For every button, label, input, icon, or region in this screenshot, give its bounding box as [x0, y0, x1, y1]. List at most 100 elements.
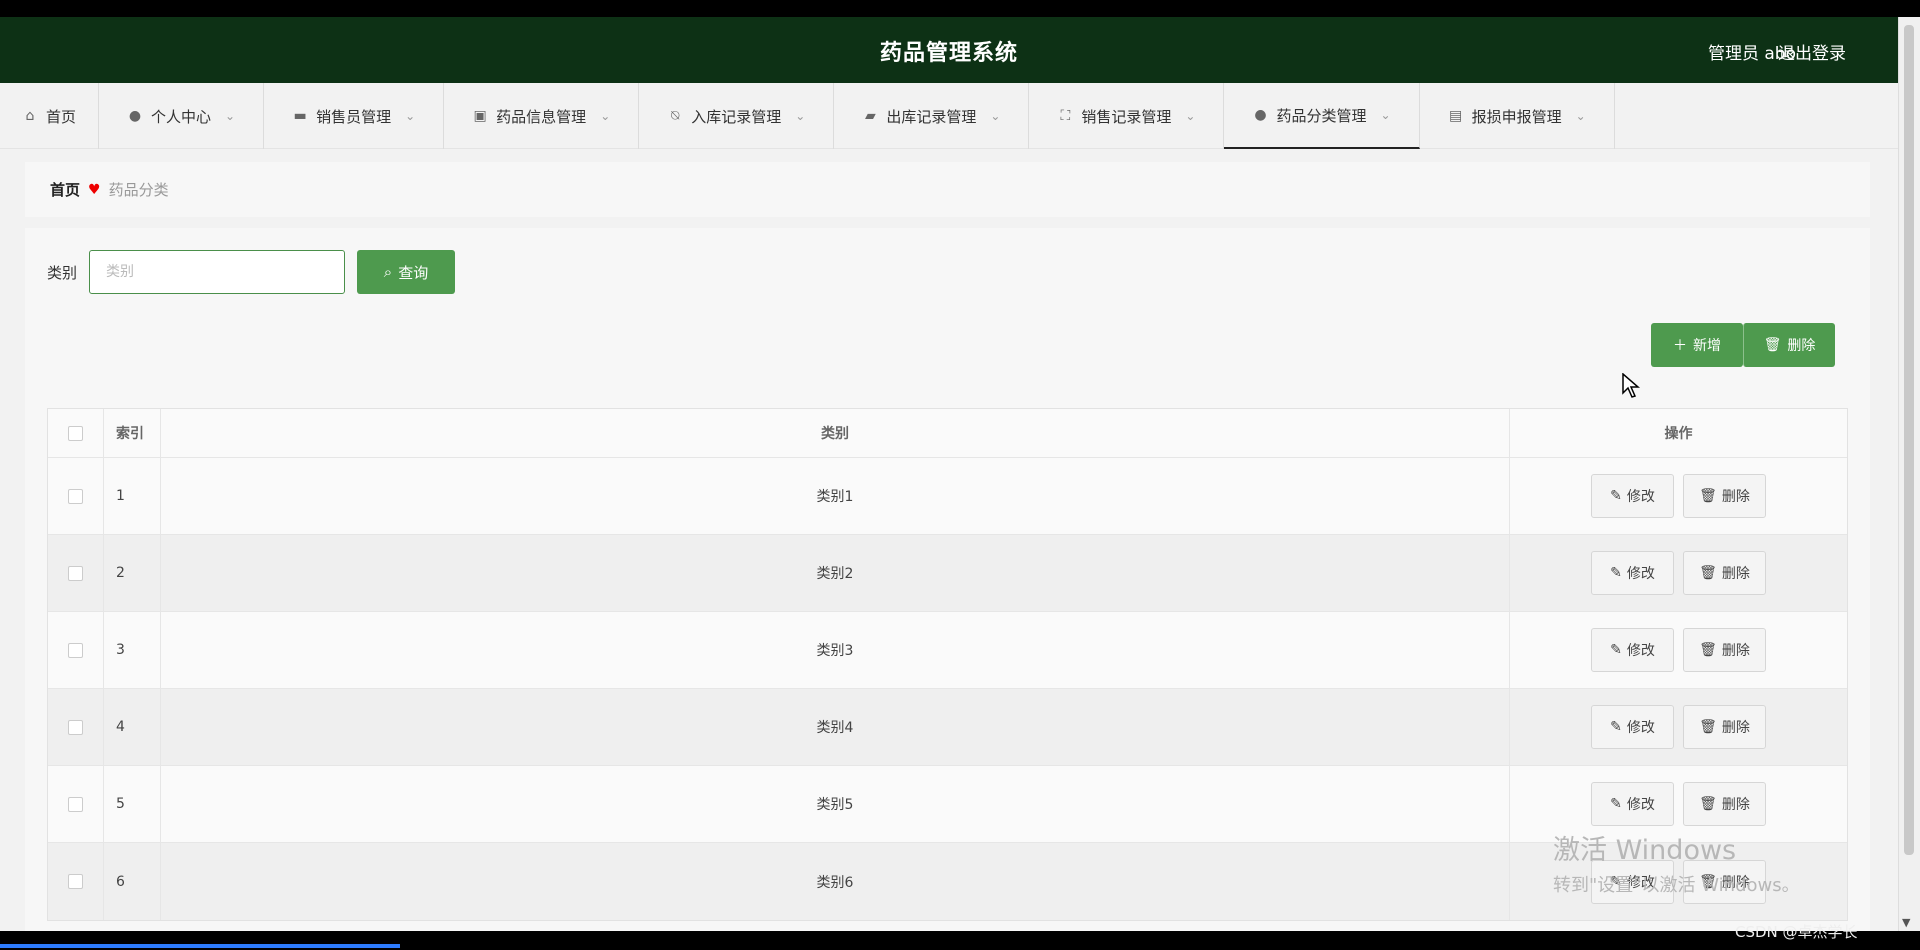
- edit-button[interactable]: ✎ 修改: [1591, 782, 1674, 826]
- edit-label: 修改: [1626, 566, 1655, 582]
- row-category: 类别3: [161, 612, 1510, 688]
- delete-label: 删除: [1721, 566, 1750, 582]
- delete-button[interactable]: 🗑 删除: [1683, 782, 1766, 826]
- breadcrumb-home[interactable]: 首页: [50, 179, 80, 200]
- batch-delete-button[interactable]: 🗑 删除: [1743, 323, 1835, 367]
- action-buttons: ＋ 新增 🗑 删除: [1651, 323, 1835, 367]
- edit-button[interactable]: ✎ 修改: [1591, 474, 1674, 518]
- row-index: 3: [104, 612, 161, 688]
- chevron-down-icon: ⌄: [990, 109, 1001, 123]
- query-button[interactable]: ⌕ 查询: [357, 250, 456, 294]
- delete-button[interactable]: 🗑 删除: [1683, 628, 1766, 672]
- row-checkbox[interactable]: [68, 719, 83, 735]
- nav-label: 药品分类管理: [1276, 106, 1367, 125]
- bell-off-icon: ⍉: [671, 108, 680, 124]
- breadcrumb: 首页 ♥ 药品分类: [25, 162, 1870, 217]
- delete-label: 删除: [1721, 720, 1750, 736]
- trash-icon: 🗑: [1699, 488, 1717, 504]
- row-checkbox[interactable]: [68, 796, 83, 812]
- monitor-icon: ▬: [293, 108, 307, 124]
- nav-item-stock-out[interactable]: ▰ 出库记录管理 ⌄: [834, 83, 1030, 149]
- windows-activation-watermark: 激活 Windows 转到"设置"以激活 Windows。: [1553, 828, 1800, 897]
- nav-item-salesperson[interactable]: ▬ 销售员管理 ⌄: [264, 83, 445, 149]
- edit-icon: ✎: [1610, 488, 1622, 504]
- chevron-down-icon: ⌄: [600, 109, 611, 123]
- logout-link[interactable]: 退出登录: [1778, 39, 1846, 64]
- watermark-line2: 转到"设置"以激活 Windows。: [1553, 875, 1800, 896]
- delete-label: 删除: [1721, 643, 1750, 659]
- column-header-category: 类别: [161, 409, 1510, 457]
- row-category: 类别4: [161, 689, 1510, 765]
- chevron-down-icon: ⌄: [225, 109, 236, 123]
- row-checkbox[interactable]: [68, 488, 83, 504]
- scrollbar-thumb[interactable]: [1904, 25, 1914, 855]
- nav-label: 销售记录管理: [1081, 107, 1172, 126]
- query-button-label: 查询: [398, 263, 429, 282]
- search-bar: 类别 ⌕ 查询: [47, 250, 456, 294]
- edit-label: 修改: [1626, 489, 1655, 505]
- table-row: 1 类别1 ✎ 修改 🗑 删除: [48, 458, 1847, 535]
- delete-button[interactable]: 🗑 删除: [1683, 705, 1766, 749]
- add-button[interactable]: ＋ 新增: [1651, 323, 1743, 367]
- row-index: 5: [104, 766, 161, 842]
- top-header: 药品管理系统 管理员 abo 退出登录: [0, 17, 1898, 83]
- row-category: 类别2: [161, 535, 1510, 611]
- edit-icon: ✎: [1610, 796, 1622, 812]
- add-button-label: 新增: [1693, 338, 1721, 354]
- row-checkbox[interactable]: [68, 565, 83, 581]
- header-checkbox-cell: [48, 409, 104, 457]
- nav-item-drug-info[interactable]: ▣ 药品信息管理 ⌄: [444, 83, 640, 149]
- delete-button[interactable]: 🗑 删除: [1683, 551, 1766, 595]
- row-category: 类别6: [161, 843, 1510, 920]
- scroll-down-arrow-icon[interactable]: ▼: [1902, 916, 1910, 929]
- user-icon: ●: [1254, 107, 1267, 123]
- nav-item-loss-report[interactable]: ▤ 报损申报管理 ⌄: [1420, 83, 1615, 149]
- nav-item-sales-record[interactable]: ⛶ 销售记录管理 ⌄: [1029, 83, 1225, 149]
- row-category: 类别5: [161, 766, 1510, 842]
- edit-button[interactable]: ✎ 修改: [1591, 551, 1674, 595]
- chevron-down-icon: ⌄: [1575, 109, 1586, 123]
- nav-label: 首页: [46, 107, 77, 126]
- table-row: 2 类别2 ✎ 修改 🗑 删除: [48, 535, 1847, 612]
- batch-delete-label: 删除: [1787, 338, 1816, 354]
- chevron-down-icon: ⌄: [405, 109, 416, 123]
- delete-label: 删除: [1721, 797, 1750, 813]
- edit-label: 修改: [1626, 720, 1655, 736]
- breadcrumb-current: 药品分类: [108, 181, 169, 199]
- edit-icon: ✎: [1610, 719, 1622, 735]
- column-header-operation: 操作: [1664, 426, 1693, 442]
- app-window: 药品管理系统 管理员 abo 退出登录 ⌂ 首页 ● 个人中心 ⌄ ▬ 销售员管…: [0, 17, 1898, 931]
- edit-button[interactable]: ✎ 修改: [1591, 705, 1674, 749]
- edit-label: 修改: [1626, 797, 1655, 813]
- table-row: 4 类别4 ✎ 修改 🗑 删除: [48, 689, 1847, 766]
- trash-icon: 🗑: [1699, 642, 1717, 658]
- nav-item-home[interactable]: ⌂ 首页: [0, 83, 100, 149]
- edit-button[interactable]: ✎ 修改: [1591, 628, 1674, 672]
- row-checkbox[interactable]: [68, 874, 83, 889]
- row-checkbox[interactable]: [68, 642, 83, 658]
- trash-icon: 🗑: [1699, 565, 1717, 581]
- nav-item-stock-in[interactable]: ⍉ 入库记录管理 ⌄: [639, 83, 835, 149]
- nav-label: 入库记录管理: [691, 107, 782, 126]
- nav-item-personal-center[interactable]: ● 个人中心 ⌄: [99, 83, 265, 149]
- edit-icon: ✎: [1610, 565, 1622, 581]
- trash-icon: 🗑: [1699, 796, 1717, 812]
- heart-icon: ♥: [88, 181, 101, 198]
- edit-label: 修改: [1626, 643, 1655, 659]
- column-header-index: 索引: [104, 409, 161, 457]
- row-index: 1: [104, 458, 161, 534]
- nav-label: 报损申报管理: [1471, 107, 1562, 126]
- delete-button[interactable]: 🗑 删除: [1683, 474, 1766, 518]
- row-index: 4: [104, 689, 161, 765]
- nav-label: 个人中心: [151, 107, 212, 126]
- nav-item-drug-category[interactable]: ● 药品分类管理 ⌄: [1224, 83, 1420, 149]
- csdn-watermark: CSDN @卓杰学长: [1735, 923, 1858, 941]
- vertical-scrollbar[interactable]: ▼: [1898, 17, 1920, 931]
- category-search-input[interactable]: [89, 250, 346, 294]
- fullscreen-icon: ⛶: [1060, 108, 1071, 124]
- box-icon: ▣: [473, 108, 487, 124]
- suitcase-icon: ▰: [864, 108, 876, 124]
- plus-icon: ＋: [1673, 338, 1687, 354]
- select-all-checkbox[interactable]: [68, 425, 83, 441]
- row-index: 2: [104, 535, 161, 611]
